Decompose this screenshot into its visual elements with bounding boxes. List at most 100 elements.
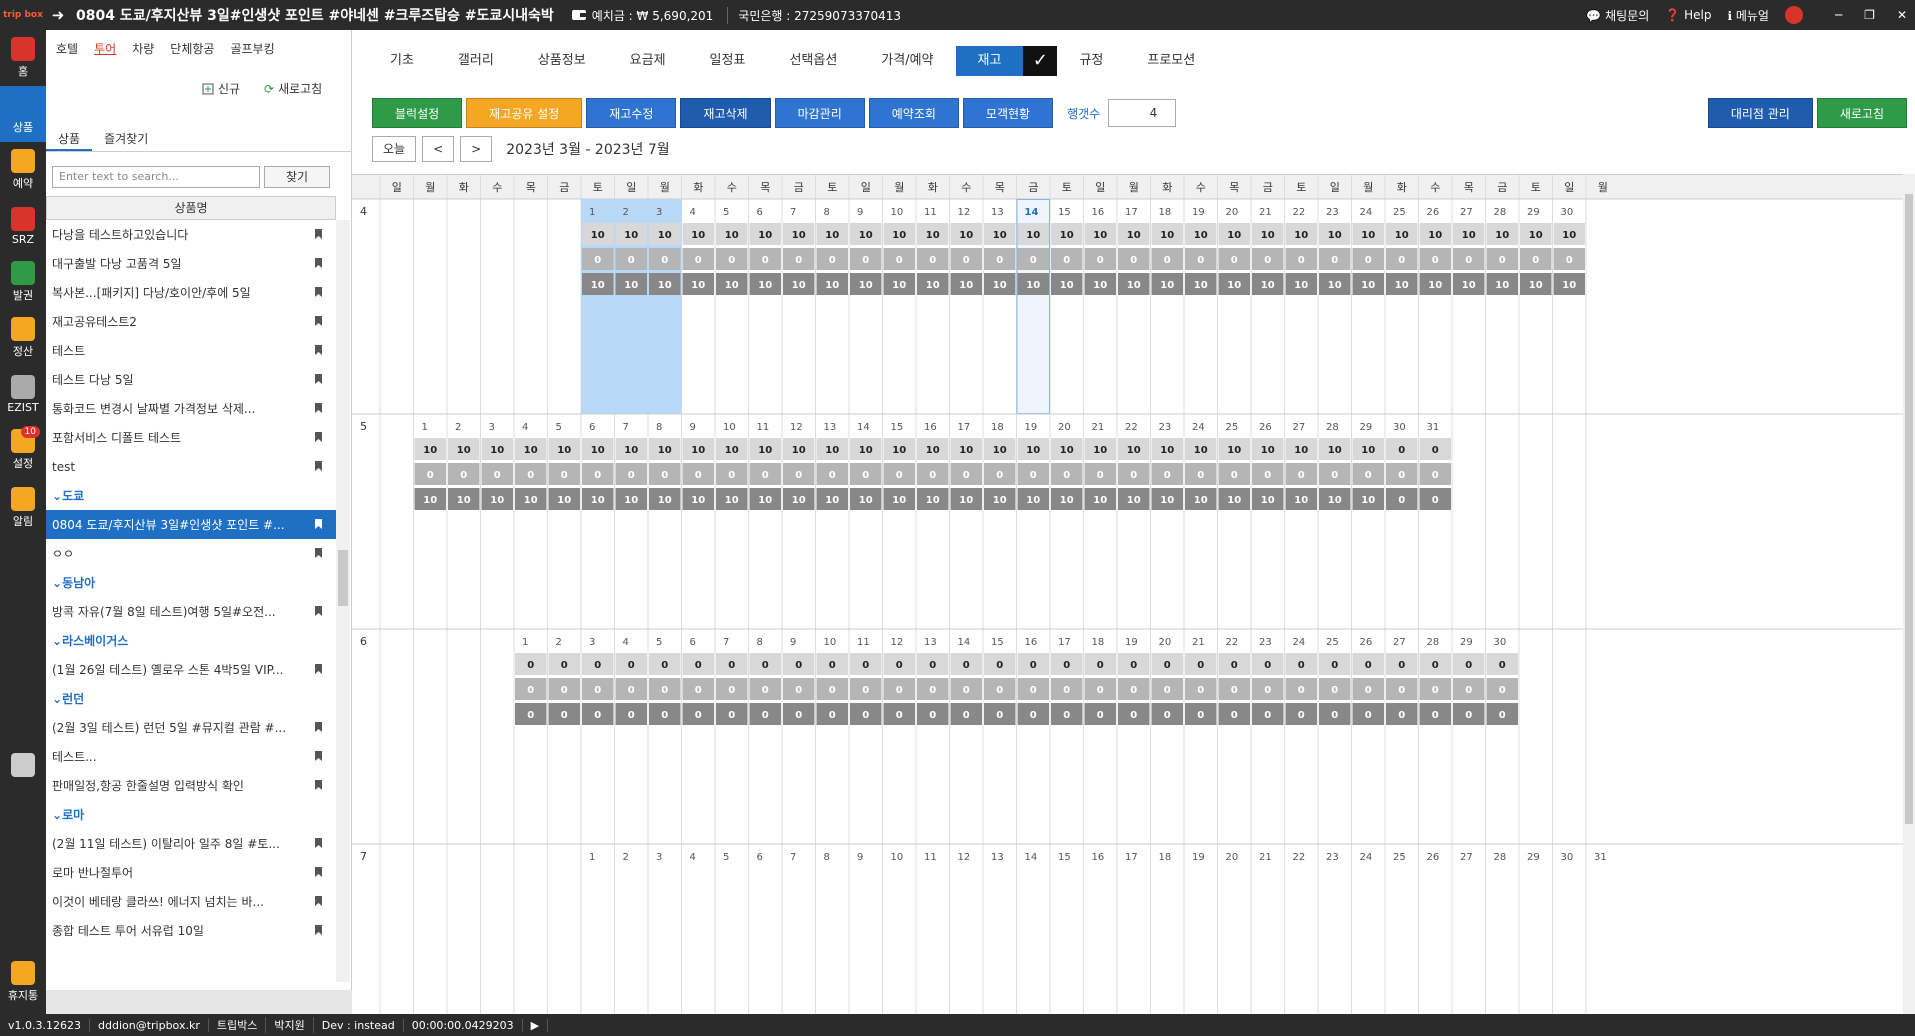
sidebar-item-설정[interactable]: 설정 10 (0, 422, 46, 478)
bookmark-icon[interactable] (315, 751, 322, 761)
tab-호텔[interactable]: 호텔 (56, 40, 78, 57)
sidebar-item-정산[interactable]: 정산 (0, 310, 46, 366)
sidebar-item-발권[interactable]: 발권 (0, 254, 46, 310)
close-icon[interactable]: ✕ (1897, 8, 1907, 22)
toolbar-button-모객현황[interactable]: 모객현황 (962, 98, 1054, 128)
tab-규정[interactable]: 규정 (1057, 46, 1125, 76)
manual-button[interactable]: ℹ 메뉴얼 (1727, 7, 1769, 24)
list-item[interactable]: ㅇㅇ (46, 539, 336, 568)
play-icon[interactable]: ▶ (523, 1018, 549, 1032)
list-item[interactable]: 0804 도쿄/후지산뷰 3일#인생샷 포인트 #... (46, 510, 336, 539)
tripbox-logo[interactable]: trip box (0, 0, 46, 30)
help-button[interactable]: ❓ Help (1665, 8, 1711, 22)
tab-프로모션[interactable]: 프로모션 (1125, 46, 1217, 76)
row-count-input[interactable]: 4 (1108, 99, 1177, 127)
bookmark-icon[interactable] (315, 867, 322, 877)
sidebar-item-EZIST[interactable]: EZIST (0, 366, 46, 422)
list-item[interactable]: 로마 반나절투어 (46, 858, 336, 887)
calendar-scrollbar[interactable] (1903, 174, 1915, 1014)
list-item[interactable]: 이것이 베테랑 클라쓰! 에너지 넘치는 바... (46, 887, 336, 916)
tab-가격/예약[interactable]: 가격/예약 (859, 46, 955, 76)
toolbar-button-재고공유 설정[interactable]: 재고공유 설정 (466, 98, 583, 128)
sidebar-item-apps[interactable] (0, 738, 46, 794)
tab-선택옵션[interactable]: 선택옵션 (767, 46, 859, 76)
next-button[interactable]: > (460, 136, 493, 162)
forward-arrow-icon[interactable]: ➜ (46, 6, 70, 24)
list-item[interactable]: 다낭을 테스트하고있습니다 (46, 220, 336, 249)
tab-투어[interactable]: 투어 (94, 40, 116, 57)
toolbar-button-마감관리[interactable]: 마감관리 (774, 98, 865, 128)
list-item[interactable]: (2월 11일 테스트) 이탈리아 일주 8일 #토... (46, 829, 336, 858)
toolbar-button-재고삭제[interactable]: 재고삭제 (680, 98, 771, 128)
list-item[interactable]: 포함서비스 디폴트 테스트 (46, 423, 336, 452)
tab-단체항공[interactable]: 단체항공 (170, 40, 214, 57)
subtab-즐겨찾기[interactable]: 즐겨찾기 (92, 126, 160, 151)
list-item[interactable]: 종합 테스트 투어 서유럽 10일 (46, 916, 336, 945)
list-group[interactable]: ⌄ 런던 (46, 684, 336, 713)
restore-icon[interactable]: ❐ (1864, 8, 1875, 22)
sidebar-item-휴지통[interactable]: 휴지통 (0, 954, 46, 1010)
subtab-상품[interactable]: 상품 (46, 126, 93, 151)
user-menu-icon[interactable] (1784, 6, 1803, 24)
sidebar-item-상품[interactable]: 상품 (0, 86, 46, 142)
bookmark-icon[interactable] (315, 519, 322, 529)
prev-button[interactable]: < (422, 136, 455, 162)
bookmark-icon[interactable] (315, 403, 322, 413)
list-item[interactable]: 테스트... (46, 742, 336, 771)
new-button[interactable]: 신규 (202, 80, 240, 97)
toolbar-button-재고수정[interactable]: 재고수정 (586, 98, 677, 128)
list-item[interactable]: test (46, 452, 336, 481)
tab-차량[interactable]: 차량 (132, 40, 154, 57)
search-input[interactable]: Enter text to search... (52, 166, 260, 188)
bookmark-icon[interactable] (315, 316, 322, 326)
bookmark-icon[interactable] (315, 287, 322, 297)
scroll-thumb[interactable] (338, 550, 348, 606)
today-button[interactable]: 오늘 (372, 136, 417, 162)
bookmark-icon[interactable] (315, 722, 322, 732)
toolbar-button-예약조회[interactable]: 예약조회 (868, 98, 959, 128)
list-item[interactable]: 통화코드 변경시 날짜별 가격정보 삭제... (46, 394, 336, 423)
product-list-scrollbar[interactable] (336, 220, 350, 982)
bookmark-icon[interactable] (315, 838, 322, 848)
right-button-새로고침[interactable]: 새로고침 (1816, 98, 1907, 128)
bookmark-icon[interactable] (315, 374, 322, 384)
bookmark-icon[interactable] (315, 664, 322, 674)
refresh-button[interactable]: ⟳ 새로고침 (264, 80, 322, 97)
list-item[interactable]: 복사본...[패키지] 다낭/호이안/후에 5일 (46, 278, 336, 307)
tab-상품정보[interactable]: 상품정보 (516, 46, 608, 76)
sidebar-item-예약[interactable]: 예약 (0, 142, 46, 198)
list-item[interactable]: (1월 26일 테스트) 옐로우 스톤 4박5일 VIP... (46, 655, 336, 684)
search-button[interactable]: 찾기 (264, 166, 330, 188)
sidebar-item-알림[interactable]: 알림 (0, 480, 46, 536)
minimize-icon[interactable]: ─ (1835, 8, 1842, 22)
list-group[interactable]: ⌄ 도쿄 (46, 481, 336, 510)
list-item[interactable]: 방콕 자유(7월 8일 테스트)여행 5일#오전... (46, 597, 336, 626)
bookmark-icon[interactable] (315, 432, 322, 442)
tab-재고[interactable]: 재고 (955, 46, 1024, 76)
bookmark-icon[interactable] (315, 461, 322, 471)
bookmark-icon[interactable] (315, 229, 322, 239)
tab-골프부킹[interactable]: 골프부킹 (230, 40, 274, 57)
list-group[interactable]: ⌄ 동남아 (46, 568, 336, 597)
sidebar-item-홈[interactable]: 홈 (0, 30, 46, 86)
list-item[interactable]: (2월 3일 테스트) 런던 5일 #뮤지컬 관람 #... (46, 713, 336, 742)
list-group[interactable]: ⌄ 로마 (46, 800, 336, 829)
bookmark-icon[interactable] (315, 780, 322, 790)
sidebar-item-SRZ[interactable]: SRZ (0, 198, 46, 254)
tab-일정표[interactable]: 일정표 (688, 46, 768, 76)
list-item[interactable]: 재고공유테스트2 (46, 307, 336, 336)
list-item[interactable]: 대구출발 다낭 고품격 5일 (46, 249, 336, 278)
bookmark-icon[interactable] (315, 548, 322, 558)
tab-기초[interactable]: 기초 (368, 46, 436, 76)
bookmark-icon[interactable] (315, 896, 322, 906)
toolbar-button-블럭설정[interactable]: 블럭설정 (372, 98, 463, 128)
list-item[interactable]: 테스트 다낭 5일 (46, 365, 336, 394)
right-button-대리점 관리[interactable]: 대리점 관리 (1707, 98, 1813, 128)
chat-button[interactable]: 💬 채팅문의 (1586, 7, 1649, 24)
bookmark-icon[interactable] (315, 258, 322, 268)
calendar-scroll-thumb[interactable] (1905, 194, 1913, 824)
bookmark-icon[interactable] (315, 345, 322, 355)
bookmark-icon[interactable] (315, 606, 322, 616)
bookmark-icon[interactable] (315, 925, 322, 935)
tab-요금제[interactable]: 요금제 (608, 46, 688, 76)
